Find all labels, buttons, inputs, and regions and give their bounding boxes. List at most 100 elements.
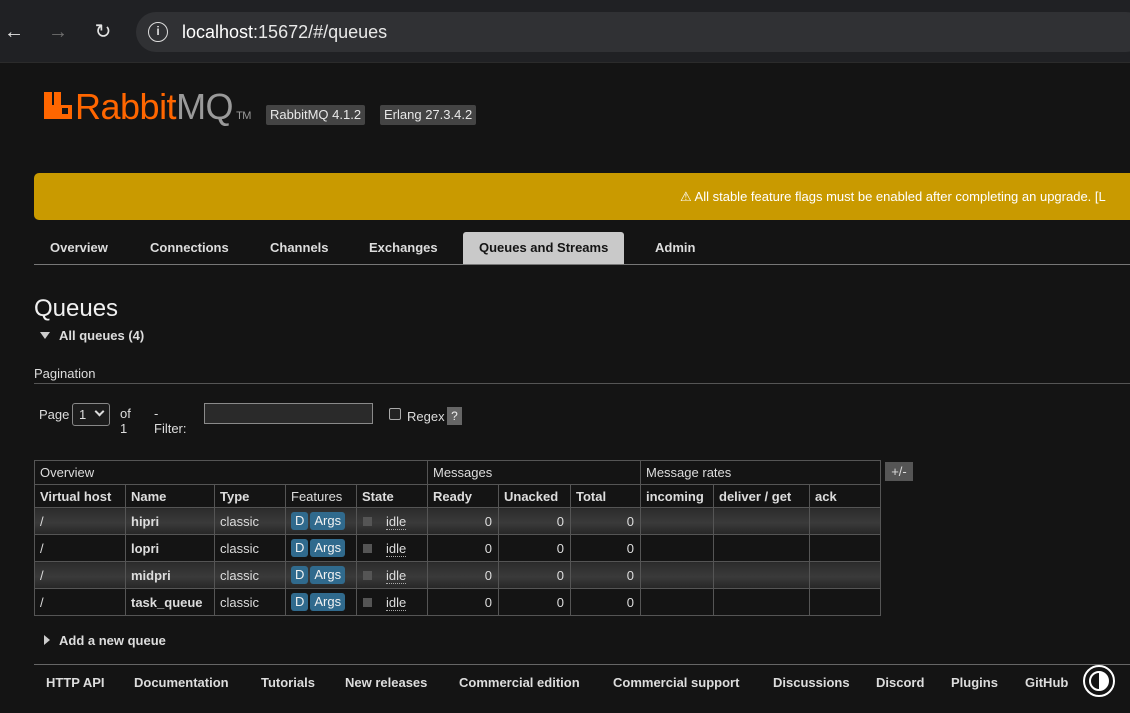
- tab-admin[interactable]: Admin: [639, 232, 711, 264]
- column-header-virtual-host[interactable]: Virtual host: [34, 484, 126, 508]
- type-cell: classic: [214, 588, 286, 616]
- state-indicator-icon: [363, 516, 372, 526]
- filter-input[interactable]: [204, 403, 373, 424]
- feature-flags-warning-banner: ⚠ All stable feature flags must be enabl…: [34, 173, 1130, 220]
- column-header-ready[interactable]: Ready: [427, 484, 499, 508]
- banner-text: ⚠ All stable feature flags must be enabl…: [680, 189, 1106, 204]
- site-info-icon[interactable]: i: [148, 22, 168, 42]
- footer-link-commercial-edition[interactable]: Commercial edition: [459, 675, 580, 690]
- main-nav-tabs: Overview Connections Channels Exchanges …: [34, 232, 1130, 265]
- column-header-ack[interactable]: ack: [809, 484, 881, 508]
- column-header-state[interactable]: State: [356, 484, 428, 508]
- state-indicator-icon: [363, 570, 372, 580]
- state-label: idle: [386, 513, 407, 530]
- state-cell: idle: [356, 534, 428, 562]
- regex-checkbox[interactable]: [389, 408, 401, 420]
- theme-toggle-icon[interactable]: [1083, 665, 1115, 697]
- ack-cell: [809, 534, 881, 562]
- all-queues-label: All queues (4): [59, 328, 145, 343]
- vhost-cell: /: [34, 588, 126, 616]
- queue-name-link[interactable]: task_queue: [125, 588, 215, 616]
- unacked-cell: 0: [498, 534, 571, 562]
- state-label: idle: [386, 567, 407, 584]
- tab-overview[interactable]: Overview: [34, 232, 124, 264]
- footer-link-documentation[interactable]: Documentation: [134, 675, 229, 690]
- ready-cell: 0: [427, 561, 499, 589]
- ready-cell: 0: [427, 588, 499, 616]
- type-cell: classic: [214, 561, 286, 589]
- footer-link-discord[interactable]: Discord: [876, 675, 924, 690]
- footer-link-discussions[interactable]: Discussions: [773, 675, 850, 690]
- incoming-cell: [640, 534, 714, 562]
- state-label: idle: [386, 540, 407, 557]
- incoming-cell: [640, 588, 714, 616]
- address-bar[interactable]: i localhost:15672/#/queues: [136, 12, 1130, 52]
- add-new-queue-toggle[interactable]: Add a new queue: [44, 633, 166, 648]
- page-of-label: of 1: [120, 406, 131, 436]
- durable-badge: D: [291, 512, 309, 530]
- filter-label: - Filter:: [154, 406, 187, 436]
- footer-divider: [34, 664, 1130, 665]
- durable-badge: D: [291, 566, 309, 584]
- divider: [34, 383, 1130, 384]
- all-queues-toggle[interactable]: All queues (4): [40, 328, 144, 343]
- add-new-queue-label: Add a new queue: [59, 633, 166, 648]
- ack-cell: [809, 588, 881, 616]
- regex-help-button[interactable]: ?: [447, 407, 462, 425]
- unacked-cell: 0: [498, 507, 571, 535]
- regex-label: Regex: [407, 409, 445, 424]
- queue-name-link[interactable]: midpri: [125, 561, 215, 589]
- reload-icon[interactable]: ↻: [91, 20, 115, 44]
- browser-toolbar: ← → ↻ i localhost:15672/#/queues: [0, 0, 1130, 63]
- column-header-unacked[interactable]: Unacked: [498, 484, 571, 508]
- column-header-total[interactable]: Total: [570, 484, 641, 508]
- unacked-cell: 0: [498, 588, 571, 616]
- collapse-triangle-icon: [40, 332, 50, 339]
- deliver-get-cell: [713, 561, 810, 589]
- features-cell: D Args: [285, 561, 357, 589]
- tab-channels[interactable]: Channels: [254, 232, 345, 264]
- tab-exchanges[interactable]: Exchanges: [353, 232, 454, 264]
- state-label: idle: [386, 594, 407, 611]
- footer-link-new-releases[interactable]: New releases: [345, 675, 427, 690]
- incoming-cell: [640, 561, 714, 589]
- queue-name-link[interactable]: lopri: [125, 534, 215, 562]
- column-header-type[interactable]: Type: [214, 484, 286, 508]
- chevron-down-icon: [94, 406, 105, 417]
- vhost-cell: /: [34, 507, 126, 535]
- column-header-name[interactable]: Name: [125, 484, 215, 508]
- args-badge: Args: [310, 539, 346, 557]
- table-row: / lopri classic D Args idle 0 0 0: [34, 534, 881, 562]
- logo-wordmark: RabbitMQ TM: [75, 86, 251, 127]
- durable-badge: D: [291, 539, 309, 557]
- footer-link-github[interactable]: GitHub: [1025, 675, 1068, 690]
- tab-connections[interactable]: Connections: [134, 232, 245, 264]
- tab-queues-and-streams[interactable]: Queues and Streams: [463, 232, 625, 264]
- ack-cell: [809, 507, 881, 535]
- type-cell: classic: [214, 534, 286, 562]
- total-cell: 0: [570, 507, 641, 535]
- type-cell: classic: [214, 507, 286, 535]
- column-header-deliver-get[interactable]: deliver / get: [713, 484, 810, 508]
- page-select[interactable]: 1: [72, 403, 110, 426]
- footer-link-tutorials[interactable]: Tutorials: [261, 675, 315, 690]
- url-text[interactable]: localhost:15672/#/queues: [182, 22, 387, 43]
- column-header-features: Features: [285, 484, 357, 508]
- args-badge: Args: [310, 566, 346, 584]
- erlang-version-badge: Erlang 27.3.4.2: [380, 105, 477, 125]
- args-badge: Args: [310, 512, 346, 530]
- toggle-columns-button[interactable]: +/-: [885, 462, 913, 481]
- footer-link-plugins[interactable]: Plugins: [951, 675, 998, 690]
- group-header-messages: Messages: [427, 460, 641, 485]
- ready-cell: 0: [427, 507, 499, 535]
- forward-arrow-icon[interactable]: →: [46, 20, 70, 44]
- footer-link-http-api[interactable]: HTTP API: [46, 675, 105, 690]
- group-header-message-rates: Message rates: [640, 460, 881, 485]
- queue-name-link[interactable]: hipri: [125, 507, 215, 535]
- back-arrow-icon[interactable]: ←: [2, 20, 26, 44]
- column-header-incoming[interactable]: incoming: [640, 484, 714, 508]
- footer-link-commercial-support[interactable]: Commercial support: [613, 675, 739, 690]
- expand-triangle-icon: [44, 635, 50, 645]
- page-title: Queues: [34, 295, 119, 322]
- durable-badge: D: [291, 593, 309, 611]
